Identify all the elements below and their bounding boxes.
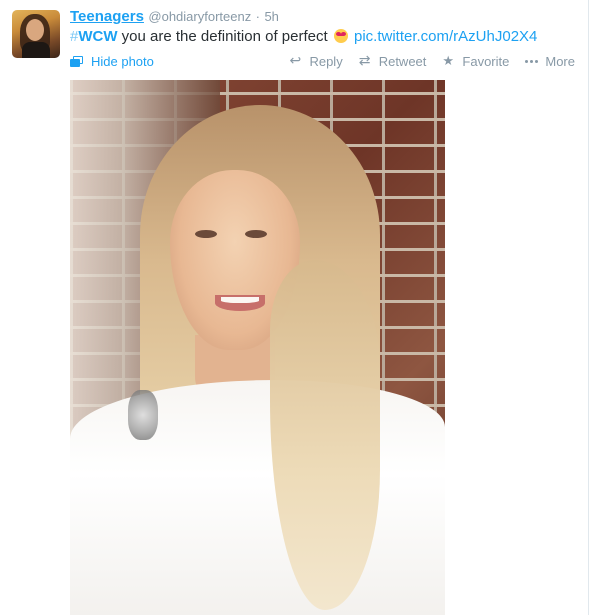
- reply-icon: [289, 52, 303, 69]
- tweet-actions: Reply Retweet Favorite More: [273, 52, 575, 69]
- favorite-label: Favorite: [462, 54, 510, 69]
- retweet-label: Retweet: [378, 54, 427, 69]
- tweet: Teenagers @ohdiaryforteenz · 5h #WCW you…: [0, 0, 589, 615]
- hashtag-link[interactable]: #WCW: [70, 28, 118, 45]
- photo-link[interactable]: pic.twitter.com/rAzUhJ02X4: [354, 28, 537, 45]
- hide-photo-button[interactable]: Hide photo: [70, 54, 154, 69]
- smile: [215, 295, 265, 311]
- more-dots-icon: [525, 60, 539, 63]
- photo-icon: [70, 56, 83, 67]
- more-button[interactable]: More: [525, 54, 575, 69]
- reply-button[interactable]: Reply: [289, 52, 343, 69]
- hashtag-word: WCW: [78, 28, 118, 45]
- username[interactable]: @ohdiaryforteenz: [148, 9, 251, 24]
- brooch: [128, 390, 158, 440]
- retweet-icon: [359, 52, 373, 69]
- tweet-header: Teenagers @ohdiaryforteenz · 5h: [70, 8, 279, 26]
- heart-eyes-emoji-icon: [333, 29, 348, 43]
- tweet-photo[interactable]: [70, 80, 445, 615]
- favorite-button[interactable]: Favorite: [442, 53, 510, 69]
- hide-photo-label: Hide photo: [91, 54, 154, 69]
- timestamp-link[interactable]: 5h: [264, 9, 278, 24]
- tweet-body-text: you are the definition of perfect: [121, 28, 328, 45]
- separator: ·: [255, 9, 260, 24]
- more-label: More: [545, 54, 575, 69]
- white-dress: [70, 380, 445, 615]
- star-icon: [442, 53, 456, 69]
- avatar[interactable]: [12, 10, 60, 58]
- tweet-text: #WCW you are the definition of perfect p…: [70, 28, 537, 46]
- fullname-link[interactable]: Teenagers: [70, 8, 144, 25]
- reply-label: Reply: [309, 54, 343, 69]
- retweet-button[interactable]: Retweet: [359, 52, 427, 69]
